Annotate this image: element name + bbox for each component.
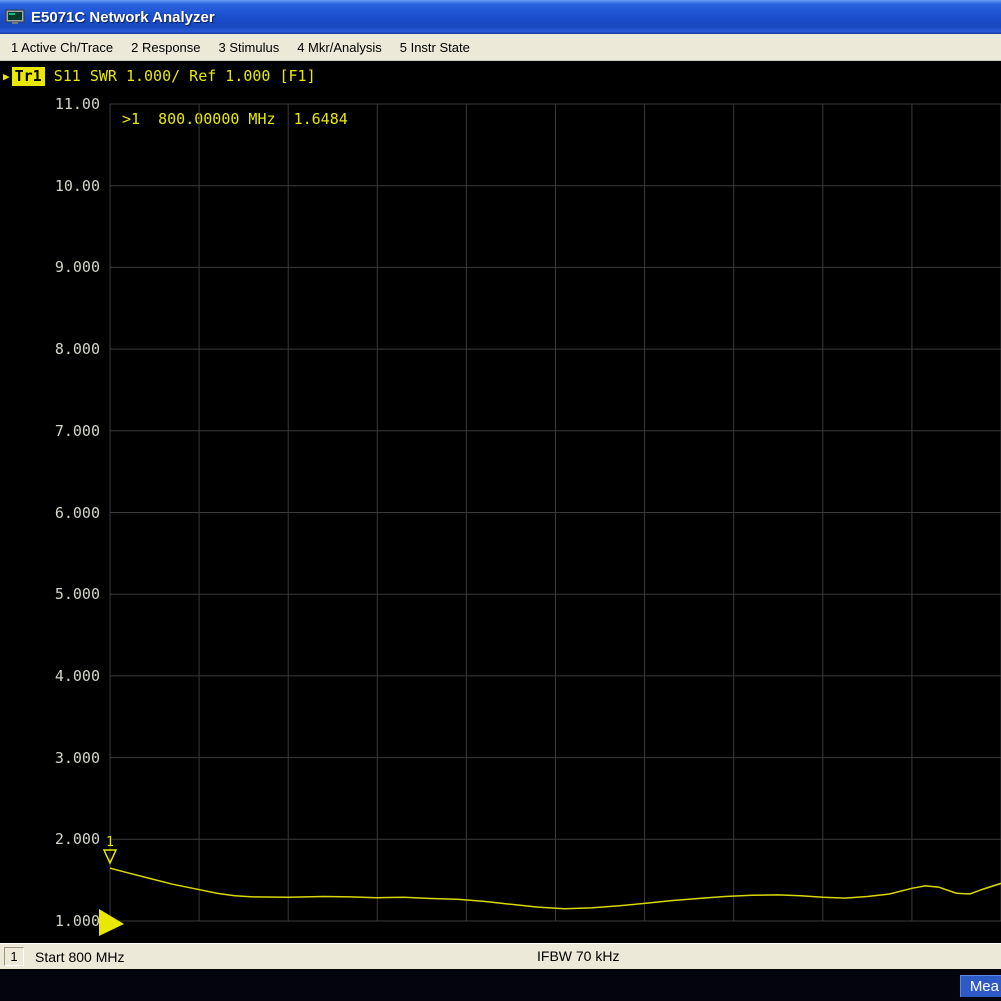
meas-softkey-button[interactable]: Mea (960, 975, 1001, 997)
menu-item-2[interactable]: 2 Response (122, 40, 209, 55)
start-frequency-text: Start 800 MHz (35, 949, 124, 965)
app-icon (5, 9, 25, 25)
menu-item-5[interactable]: 5 Instr State (391, 40, 479, 55)
trace-label-tr1[interactable]: Tr1 (12, 67, 45, 86)
y-axis-tick-label: 10.00 (0, 177, 100, 195)
trace-header: ▶ Tr1 S11 SWR 1.000/ Ref 1.000 [F1] (3, 67, 316, 86)
status-bar: 1 Start 800 MHz IFBW 70 kHz (0, 943, 1001, 969)
y-axis-tick-label: 1.000 (0, 912, 100, 930)
marker-readout: >1 800.00000 MHz 1.6484 (122, 110, 348, 128)
menu-bar: 1 Active Ch/Trace2 Response3 Stimulus4 M… (0, 34, 1001, 61)
active-trace-arrow-icon: ▶ (3, 67, 10, 86)
analyzer-display (0, 61, 1001, 943)
menu-item-4[interactable]: 4 Mkr/Analysis (288, 40, 391, 55)
y-axis-tick-label: 9.000 (0, 258, 100, 276)
bottom-taskbar: Mea (0, 969, 1001, 1001)
y-axis-tick-label: 5.000 (0, 585, 100, 603)
channel-number-box: 1 (4, 947, 24, 966)
y-axis-tick-label: 3.000 (0, 749, 100, 767)
y-axis-tick-label: 11.00 (0, 95, 100, 113)
y-axis-tick-label: 2.000 (0, 830, 100, 848)
ifbw-text: IFBW 70 kHz (537, 948, 619, 964)
trace-format-text: S11 SWR 1.000/ Ref 1.000 [F1] (54, 67, 316, 86)
y-axis-tick-label: 7.000 (0, 422, 100, 440)
menu-item-1[interactable]: 1 Active Ch/Trace (2, 40, 122, 55)
window-title: E5071C Network Analyzer (31, 9, 215, 26)
menu-item-3[interactable]: 3 Stimulus (210, 40, 289, 55)
window-title-bar[interactable]: E5071C Network Analyzer (0, 0, 1001, 34)
y-axis-tick-label: 8.000 (0, 340, 100, 358)
y-axis-tick-label: 4.000 (0, 667, 100, 685)
y-axis-tick-label: 6.000 (0, 504, 100, 522)
